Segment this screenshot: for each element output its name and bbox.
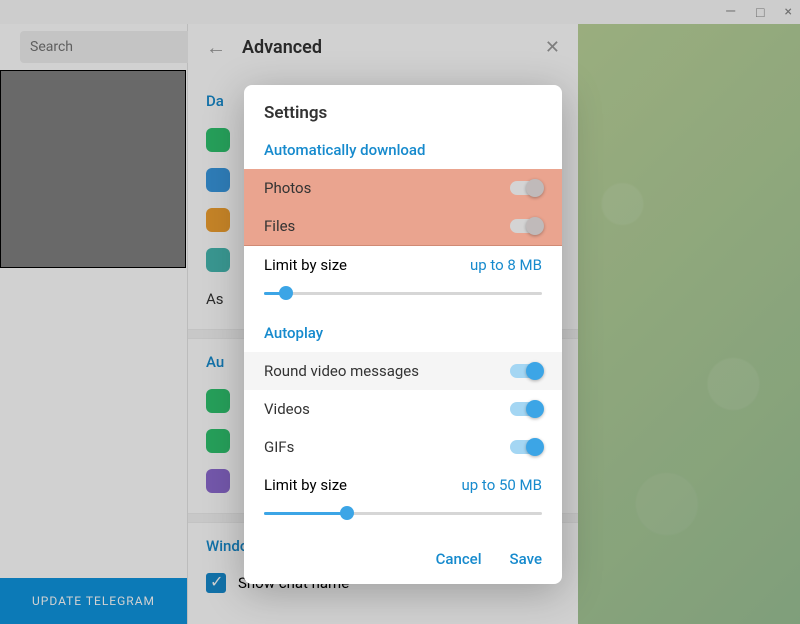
videos-toggle[interactable]: [510, 402, 542, 416]
section-autoplay: Autoplay: [264, 316, 542, 352]
limit-label: Limit by size: [264, 476, 347, 494]
limit-size-row-1: Limit by size up to 8 MB: [264, 246, 542, 278]
settings-modal: Settings Automatically download Photos F…: [244, 85, 562, 584]
videos-label: Videos: [264, 400, 310, 418]
round-video-toggle[interactable]: [510, 364, 542, 378]
section-auto-download: Automatically download: [264, 133, 542, 169]
limit-value: up to 50 MB: [462, 476, 542, 494]
gifs-toggle[interactable]: [510, 440, 542, 454]
photos-toggle-row[interactable]: Photos: [244, 169, 562, 207]
files-toggle-row[interactable]: Files: [244, 207, 562, 246]
videos-toggle-row[interactable]: Videos: [264, 390, 542, 428]
photos-toggle[interactable]: [510, 181, 542, 195]
photos-label: Photos: [264, 179, 311, 197]
gifs-toggle-row[interactable]: GIFs: [264, 428, 542, 466]
limit-size-slider-2[interactable]: [264, 504, 542, 524]
save-button[interactable]: Save: [510, 550, 542, 568]
modal-title: Settings: [244, 85, 562, 133]
files-label: Files: [264, 217, 295, 235]
round-video-toggle-row[interactable]: Round video messages: [244, 352, 562, 390]
modal-footer: Cancel Save: [244, 536, 562, 584]
cancel-button[interactable]: Cancel: [436, 550, 482, 568]
limit-size-row-2: Limit by size up to 50 MB: [264, 466, 542, 498]
limit-size-slider-1[interactable]: [264, 284, 542, 304]
limit-value: up to 8 MB: [470, 256, 542, 274]
files-toggle[interactable]: [510, 219, 542, 233]
round-video-label: Round video messages: [264, 362, 419, 380]
gifs-label: GIFs: [264, 438, 294, 456]
limit-label: Limit by size: [264, 256, 347, 274]
